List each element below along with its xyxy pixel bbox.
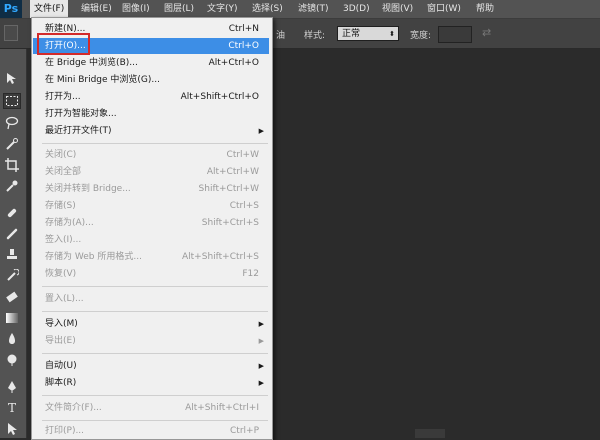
pen-tool-icon[interactable] [3,379,21,395]
lasso-tool-icon[interactable] [3,115,21,131]
menu-window[interactable]: 窗口(W) [423,0,465,18]
gradient-tool-icon[interactable] [3,310,21,326]
menu-layer[interactable]: 图层(L) [160,0,198,18]
quick-selection-tool-icon[interactable] [3,136,21,152]
eyedropper-tool-icon[interactable] [3,178,21,194]
submenu-arrow-icon: ▶ [258,127,264,135]
menu-item-export[interactable]: 导出(E) ▶ [33,333,269,349]
menu-item-check-in[interactable]: 签入(I)... [33,232,269,248]
submenu-arrow-icon: ▶ [258,337,264,345]
menu-separator [42,353,268,354]
style-label: 样式: [304,31,326,41]
document-workspace [271,49,600,438]
menu-item-place[interactable]: 置入(L)... [33,291,269,307]
menu-type[interactable]: 文字(Y) [203,0,242,18]
file-menu-dropdown: 新建(N)... Ctrl+N 打开(O)... Ctrl+O 在 Bridge… [31,17,273,440]
menu-item-save-for-web[interactable]: 存储为 Web 所用格式... Alt+Shift+Ctrl+S [33,249,269,265]
menu-item-close[interactable]: 关闭(C) Ctrl+W [33,147,269,163]
menu-separator [42,143,268,144]
menu-3d[interactable]: 3D(D) [339,0,374,18]
menu-separator [42,420,268,421]
menu-item-file-info[interactable]: 文件简介(F)... Alt+Shift+Ctrl+I [33,400,269,416]
menu-item-import[interactable]: 导入(M) ▶ [33,316,269,332]
brush-tool-icon[interactable] [3,226,21,242]
move-tool-icon[interactable] [3,71,21,87]
antialias-partial-label: 油 [276,31,286,41]
menu-item-save[interactable]: 存储(S) Ctrl+S [33,198,269,214]
menu-separator [42,395,268,396]
menu-item-save-as[interactable]: 存储为(A)... Shift+Ctrl+S [33,215,269,231]
photoshop-logo: Ps [0,0,22,18]
menu-item-open-as-smart-object[interactable]: 打开为智能对象... [33,106,269,122]
tool-preset-picker[interactable] [4,25,18,41]
menu-item-scripts[interactable]: 脚本(R) ▶ [33,375,269,391]
blur-tool-icon[interactable] [3,331,21,347]
width-label: 宽度: [410,31,432,41]
menu-item-open-as[interactable]: 打开为... Alt+Shift+Ctrl+O [33,89,269,105]
menu-view[interactable]: 视图(V) [378,0,417,18]
clone-stamp-tool-icon[interactable] [3,247,21,263]
style-select[interactable]: 正常 ⬍ [337,26,399,41]
menu-item-recent-files[interactable]: 最近打开文件(T) ▶ [33,123,269,139]
menu-item-revert[interactable]: 恢复(V) F12 [33,266,269,282]
path-selection-tool-icon[interactable] [3,421,21,437]
menu-separator [42,311,268,312]
menu-help[interactable]: 帮助 [472,0,498,18]
chevron-updown-icon: ⬍ [389,30,395,38]
menu-select[interactable]: 选择(S) [248,0,287,18]
submenu-arrow-icon: ▶ [258,320,264,328]
menu-item-open[interactable]: 打开(O)... Ctrl+O [33,38,269,54]
dodge-tool-icon[interactable] [3,352,21,368]
eraser-tool-icon[interactable] [3,289,21,305]
submenu-arrow-icon: ▶ [258,362,264,370]
marquee-tool-icon[interactable] [3,93,21,109]
menu-item-close-and-go-to-bridge[interactable]: 关闭并转到 Bridge... Shift+Ctrl+W [33,181,269,197]
menu-item-close-all[interactable]: 关闭全部 Alt+Ctrl+W [33,164,269,180]
type-tool-icon[interactable]: T [3,400,21,416]
menu-image[interactable]: 图像(I) [118,0,154,18]
submenu-arrow-icon: ▶ [258,379,264,387]
menu-item-browse-in-bridge[interactable]: 在 Bridge 中浏览(B)... Alt+Ctrl+O [33,55,269,71]
menu-edit[interactable]: 编辑(E) [77,0,116,18]
tools-panel: T [0,49,27,438]
document-scroll-stub [415,429,445,438]
healing-brush-tool-icon[interactable] [3,205,21,221]
crop-tool-icon[interactable] [3,157,21,173]
history-brush-tool-icon[interactable] [3,268,21,284]
menu-filter[interactable]: 滤镜(T) [294,0,333,18]
menu-file[interactable]: 文件(F) [30,0,69,18]
menu-separator [42,286,268,287]
menu-item-automate[interactable]: 自动(U) ▶ [33,358,269,374]
swap-icon[interactable]: ⇄ [482,26,491,39]
menu-item-print[interactable]: 打印(P)... Ctrl+P [33,423,269,439]
menu-item-new[interactable]: 新建(N)... Ctrl+N [33,21,269,37]
style-select-value: 正常 [342,29,361,39]
menu-item-browse-in-mini-bridge[interactable]: 在 Mini Bridge 中浏览(G)... [33,72,269,88]
width-input[interactable] [438,26,472,43]
